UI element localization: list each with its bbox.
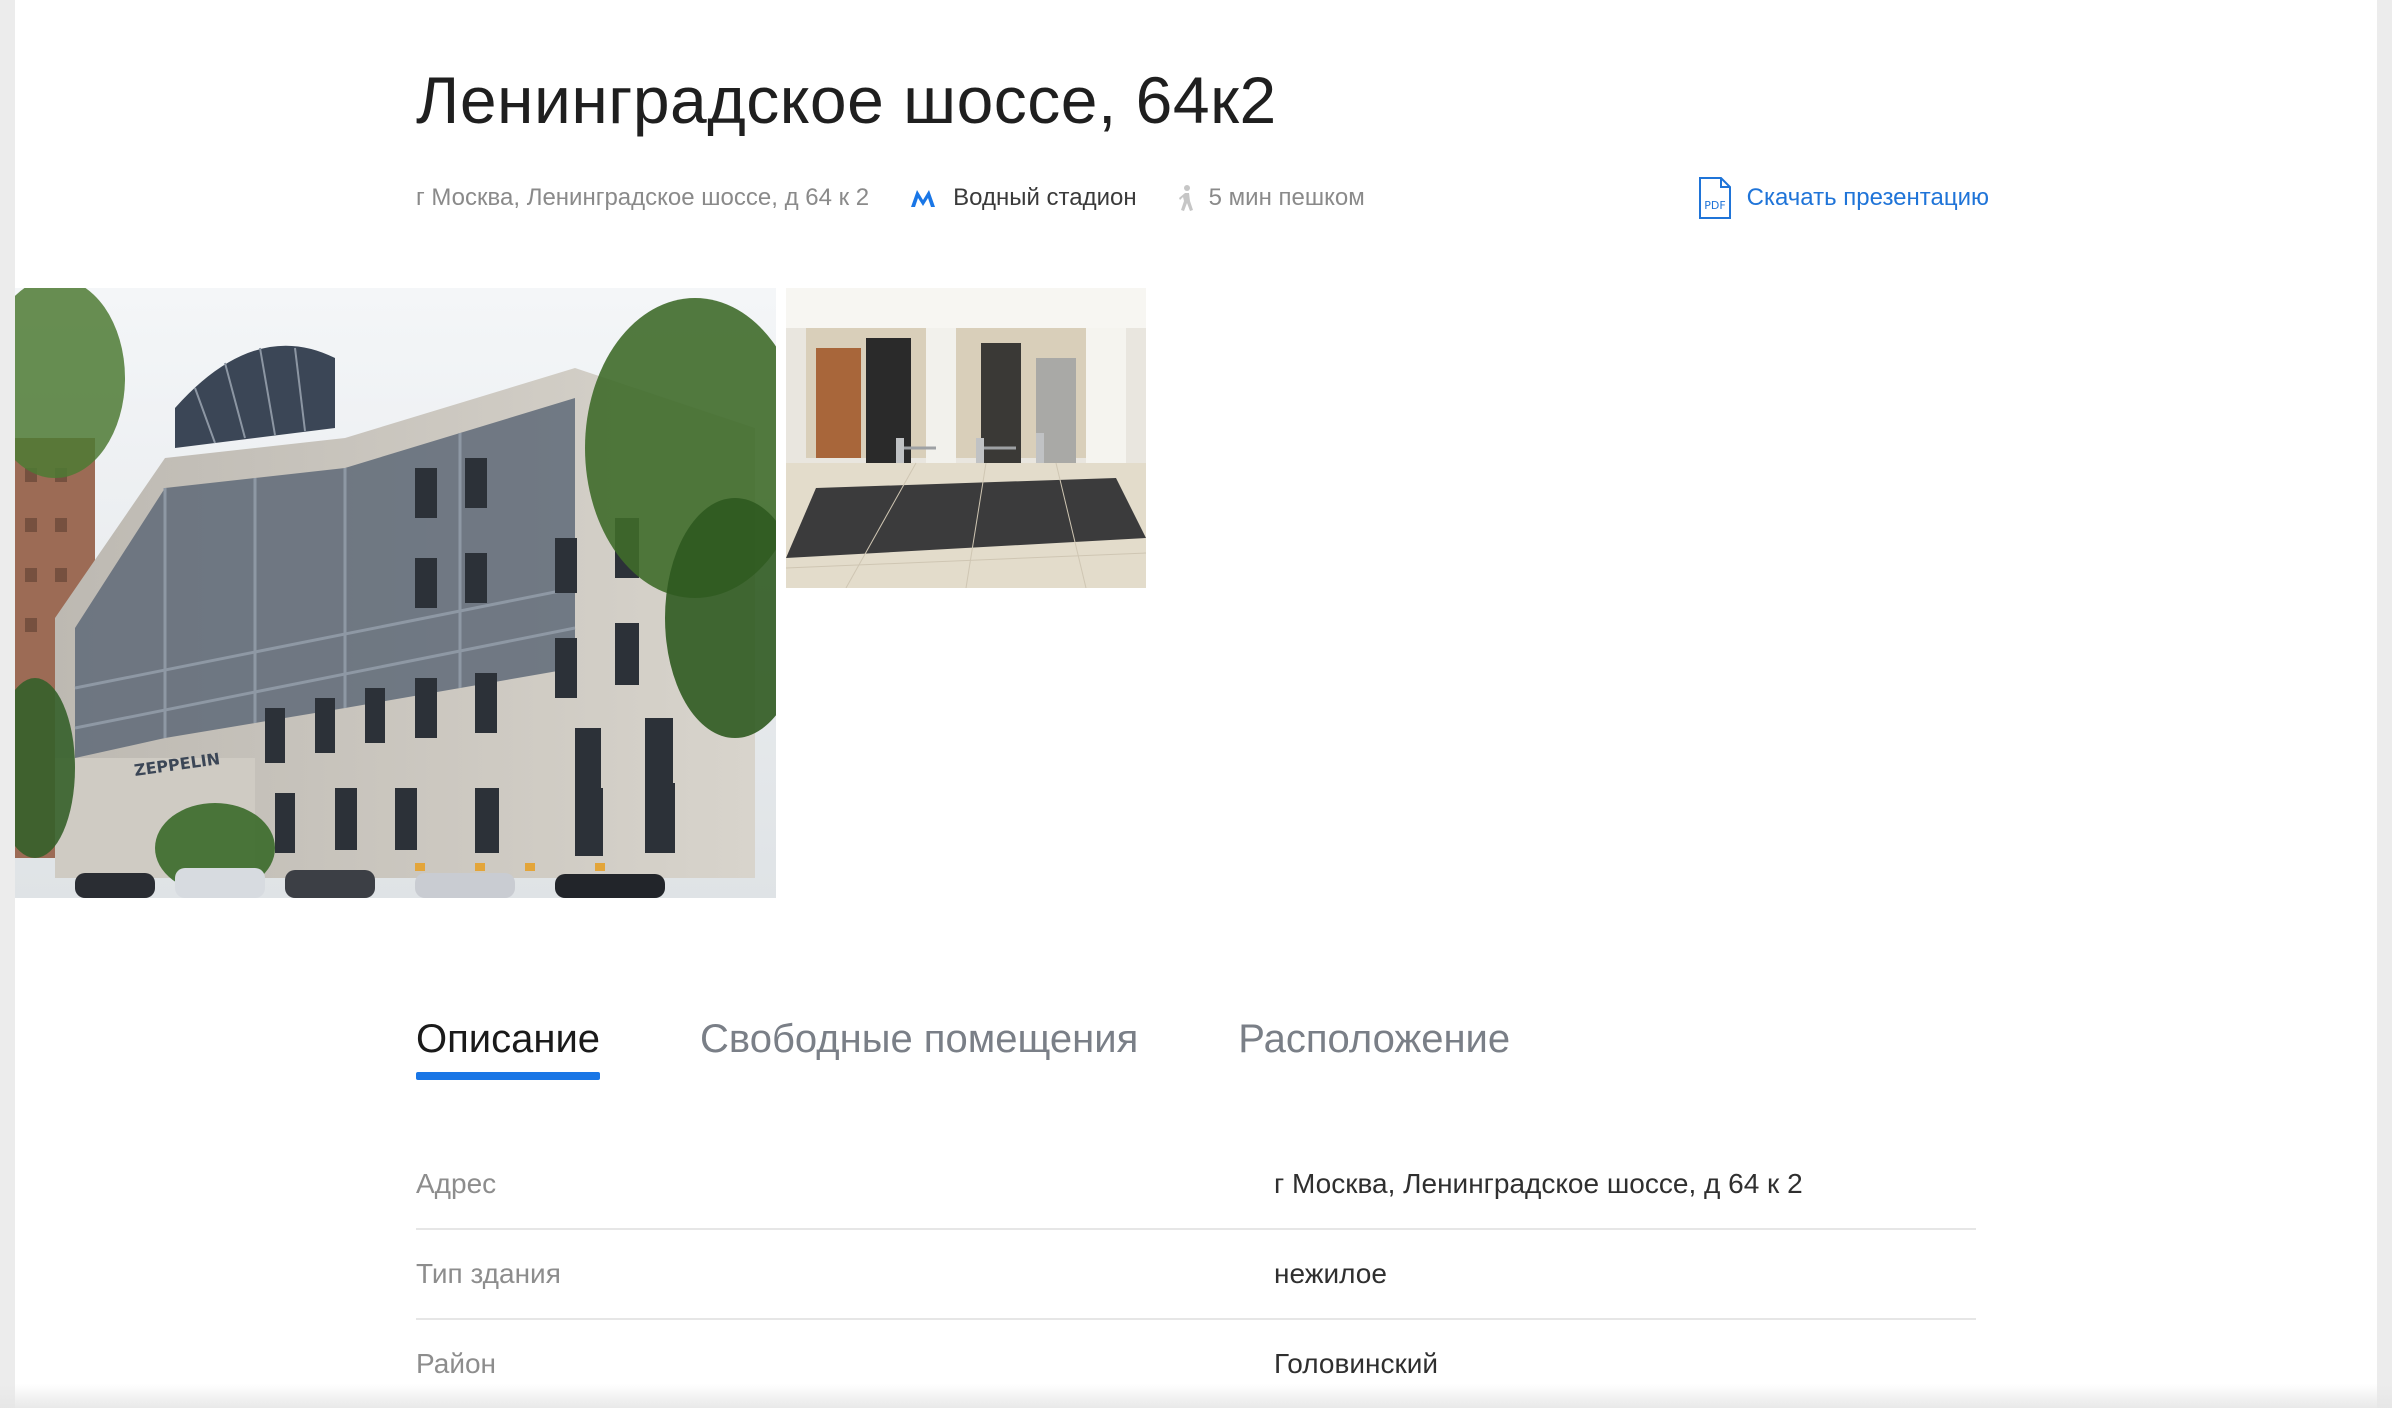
property-value: нежилое xyxy=(1274,1258,1387,1289)
svg-text:PDF: PDF xyxy=(1704,199,1725,212)
bottom-fade xyxy=(0,1384,2392,1408)
property-value: г Москва, Ленинградское шоссе, д 64 к 2 xyxy=(1274,1168,1803,1199)
metro-icon xyxy=(909,186,937,210)
page: Ленинградское шоссе, 64к2 г Москва, Лени… xyxy=(15,0,2377,1408)
lobby-interior-photo[interactable] xyxy=(786,288,1146,588)
property-label: Тип здания xyxy=(416,1258,561,1289)
page-title: Ленинградское шоссе, 64к2 xyxy=(416,63,1277,137)
property-label: Район xyxy=(416,1348,496,1379)
building-address: г Москва, Ленинградское шоссе, д 64 к 2 xyxy=(416,184,870,211)
location-meta: г Москва, Ленинградское шоссе, д 64 к 2 … xyxy=(416,178,1365,218)
metro-station: Водный стадион xyxy=(953,184,1137,211)
property-row-address: Адрес г Москва, Ленинградское шоссе, д 6… xyxy=(416,1140,1976,1230)
tab-free-premises[interactable]: Свободные помещения xyxy=(700,1010,1138,1080)
pdf-icon: PDF xyxy=(1697,176,1733,220)
pedestrian-icon xyxy=(1175,184,1197,212)
building-exterior-photo[interactable]: ZEPPELIN xyxy=(15,288,776,898)
property-label: Адрес xyxy=(416,1168,497,1199)
tab-location[interactable]: Расположение xyxy=(1238,1010,1510,1080)
property-row-building-type: Тип здания нежилое xyxy=(416,1230,1976,1320)
download-presentation-label: Скачать презентацию xyxy=(1746,184,1989,211)
tab-description[interactable]: Описание xyxy=(416,1010,601,1080)
walk-time: 5 мин пешком xyxy=(1208,184,1365,211)
property-value: Головинский xyxy=(1274,1348,1438,1379)
building-properties: Адрес г Москва, Ленинградское шоссе, д 6… xyxy=(416,1140,1976,1408)
section-tabs: Описание Свободные помещения Расположени… xyxy=(416,1010,1610,1080)
download-presentation-link[interactable]: PDF Скачать презентацию xyxy=(1697,174,1989,222)
